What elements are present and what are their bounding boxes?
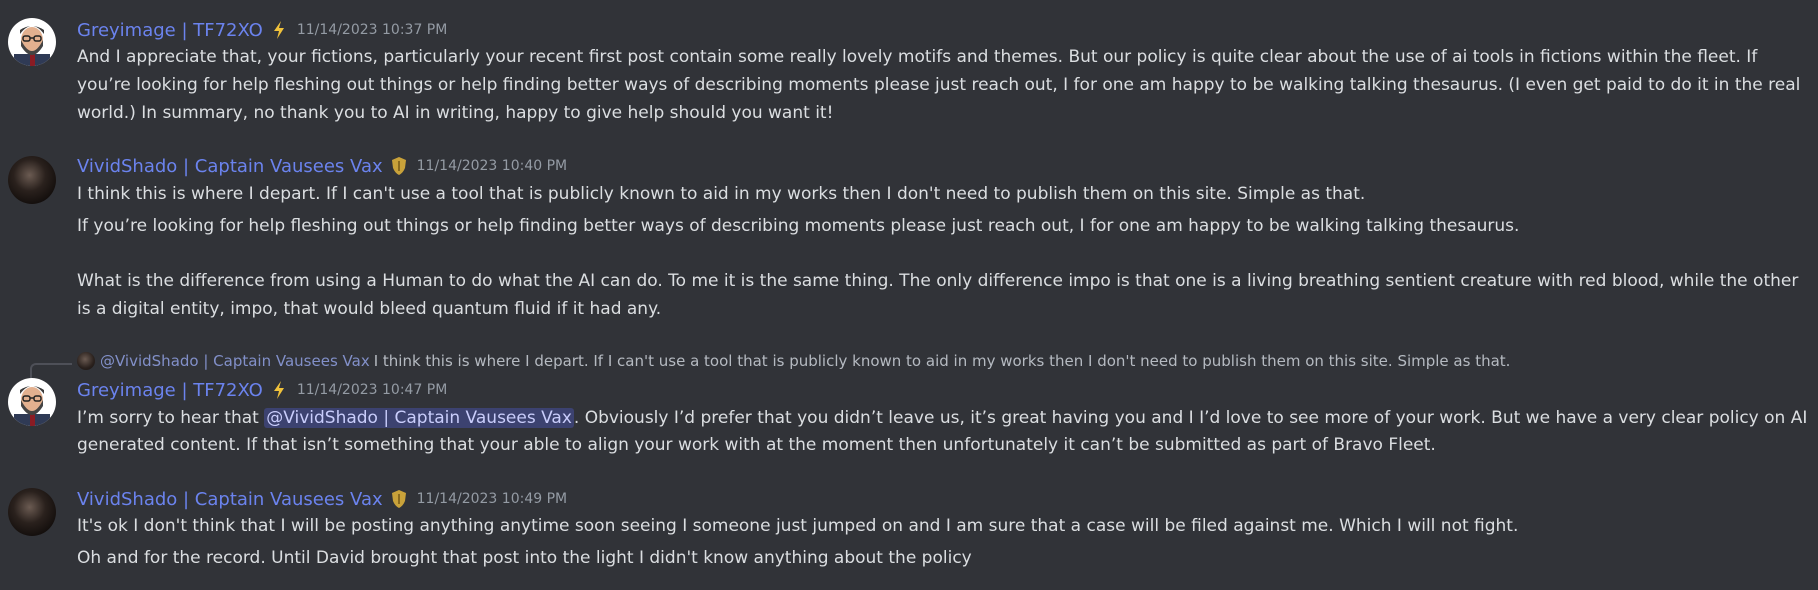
username[interactable]: Greyimage | TF72XO bbox=[77, 20, 263, 41]
timestamp[interactable]: 11/14/2023 10:47 PM bbox=[297, 382, 447, 398]
message-text-line: It's ok I don't think that I will be pos… bbox=[77, 516, 1519, 536]
message-text-line: If you’re looking for help fleshing out … bbox=[77, 216, 1520, 236]
reply-preview[interactable]: @VividShado | Captain Vausees Vax I thin… bbox=[77, 350, 1510, 372]
timestamp[interactable]: 11/14/2023 10:49 PM bbox=[417, 491, 567, 507]
message-text-line: I think this is where I depart. If I can… bbox=[77, 184, 1366, 204]
message-text-line: you’re looking for help fleshing out thi… bbox=[77, 75, 1801, 95]
username[interactable]: Greyimage | TF72XO bbox=[77, 380, 263, 401]
reply-connector bbox=[30, 363, 72, 379]
avatar[interactable] bbox=[8, 156, 56, 204]
message-header: Greyimage | TF72XO 11/14/2023 10:37 PM bbox=[77, 16, 447, 44]
message-text-line: Oh and for the record. Until David broug… bbox=[77, 548, 972, 568]
message-text-line: And I appreciate that, your fictions, pa… bbox=[77, 47, 1758, 67]
username[interactable]: VividShado | Captain Vausees Vax bbox=[77, 489, 383, 510]
text-segment: I’m sorry to hear that bbox=[77, 408, 265, 428]
timestamp[interactable]: 11/14/2023 10:37 PM bbox=[297, 22, 447, 38]
lightning-icon bbox=[271, 380, 287, 400]
lightning-icon bbox=[271, 20, 287, 40]
message-text-line: generated content. If that isn’t somethi… bbox=[77, 435, 1436, 455]
message-header: VividShado | Captain Vausees Vax 11/14/2… bbox=[77, 152, 567, 180]
message-text-line: What is the difference from using a Huma… bbox=[77, 271, 1799, 291]
message-text-line: is a digital entity, impo, that would bl… bbox=[77, 299, 662, 319]
message-header: VividShado | Captain Vausees Vax 11/14/2… bbox=[77, 485, 567, 513]
reply-text[interactable]: I think this is where I depart. If I can… bbox=[374, 352, 1511, 370]
reply-author[interactable]: @VividShado | Captain Vausees Vax bbox=[100, 352, 370, 370]
text-segment: . Obviously I’d prefer that you didn’t l… bbox=[573, 408, 1808, 428]
username[interactable]: VividShado | Captain Vausees Vax bbox=[77, 156, 383, 177]
timestamp[interactable]: 11/14/2023 10:40 PM bbox=[417, 158, 567, 174]
shield-icon bbox=[391, 489, 407, 509]
message-text-line: I’m sorry to hear that @VividShado | Cap… bbox=[77, 404, 1807, 432]
reply-avatar bbox=[77, 352, 95, 370]
avatar[interactable] bbox=[8, 378, 56, 426]
chat-messages: Greyimage | TF72XO 11/14/2023 10:37 PM A… bbox=[0, 0, 1818, 590]
shield-icon bbox=[391, 156, 407, 176]
avatar[interactable] bbox=[8, 18, 56, 66]
avatar[interactable] bbox=[8, 488, 56, 536]
message-header: Greyimage | TF72XO 11/14/2023 10:47 PM bbox=[77, 376, 447, 404]
user-mention[interactable]: @VividShado | Captain Vausees Vax bbox=[264, 408, 574, 428]
message-text-line: world.) In summary, no thank you to AI i… bbox=[77, 103, 834, 123]
